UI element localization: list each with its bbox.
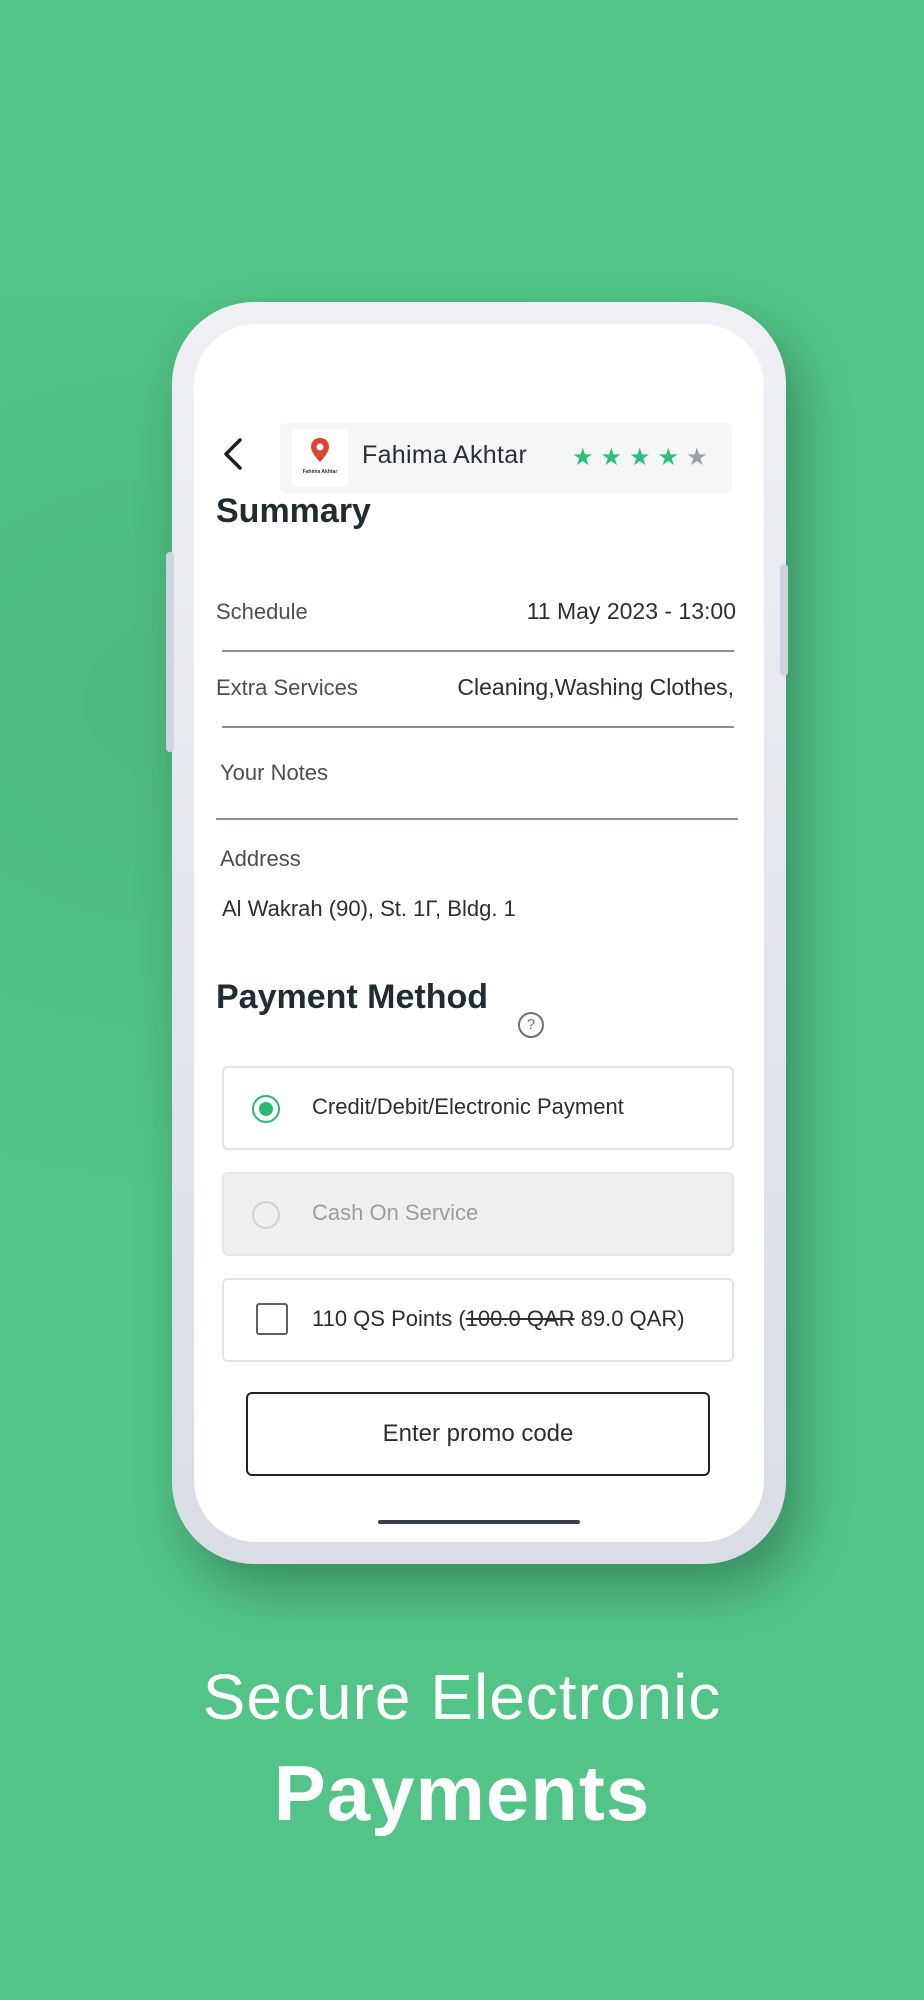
star-filled-icon: ★ [572, 444, 594, 471]
caption-line-2: Payments [273, 1749, 651, 1837]
star-empty-icon: ★ [686, 444, 708, 471]
address-value: Al Wakrah (90), St. 1Γ, Bldg. 1 [222, 896, 516, 921]
notes-field-underline[interactable] [216, 818, 738, 820]
summary-title: Summary [216, 492, 371, 530]
phone-screen: Fahima Akhtar Fahima Akhtar ★ ★ ★ ★ ★ Summar… [194, 324, 764, 1542]
provider-logo: Fahima Akhtar [292, 429, 348, 487]
home-indicator [378, 1520, 580, 1524]
radio-selected[interactable] [252, 1095, 280, 1123]
divider [222, 726, 734, 728]
schedule-value: 11 May 2023 - 13:00 [526, 598, 736, 624]
payment-option-card-label: Credit/Debit/Electronic Payment [312, 1094, 624, 1119]
qs-points-new-price: 89.0 QAR) [574, 1306, 685, 1331]
promo-code-button[interactable]: Enter promo code [246, 1392, 710, 1476]
address-label: Address [220, 846, 301, 871]
payment-option-card[interactable]: Credit/Debit/Electronic Payment [222, 1066, 734, 1150]
divider [222, 650, 734, 652]
phone-power-button [780, 564, 788, 676]
caption-line-1: Secure Electronic [202, 1661, 722, 1733]
qs-points-label: 110 QS Points (100.0 QAR 89.0 QAR) [312, 1306, 685, 1332]
rating-stars: ★ ★ ★ ★ ★ [572, 443, 715, 472]
back-button[interactable] [218, 437, 252, 471]
extra-services-value: Cleaning,Washing Clothes, [457, 674, 734, 700]
phone-volume-button [166, 552, 174, 752]
payment-method-title: Payment Method [216, 978, 489, 1016]
star-filled-icon: ★ [600, 444, 623, 471]
qs-points-prefix: 110 QS Points ( [312, 1306, 466, 1331]
location-pin-icon [311, 438, 329, 462]
notes-label: Your Notes [220, 760, 329, 785]
schedule-label: Schedule [216, 599, 308, 624]
question-circle-icon[interactable]: ? [518, 1012, 544, 1038]
extra-services-label: Extra Services [216, 675, 358, 700]
chevron-left-icon [224, 438, 242, 470]
qs-points-checkbox[interactable] [256, 1303, 288, 1335]
qs-points-old-price: 100.0 QAR [465, 1306, 575, 1331]
phone-frame: Fahima Akhtar Fahima Akhtar ★ ★ ★ ★ ★ Summar… [166, 302, 788, 1564]
payment-option-cash-label: Cash On Service [312, 1200, 479, 1225]
provider-card[interactable]: Fahima Akhtar Fahima Akhtar ★ ★ ★ ★ ★ [280, 423, 732, 493]
qs-points-option[interactable]: 110 QS Points (100.0 QAR 89.0 QAR) [222, 1278, 734, 1362]
radio-disabled [252, 1201, 280, 1229]
provider-logo-text: Fahima Akhtar [302, 469, 338, 475]
payment-option-cash: Cash On Service [222, 1172, 734, 1256]
star-filled-icon: ★ [629, 444, 651, 471]
star-filled-icon: ★ [657, 444, 680, 471]
provider-name: Fahima Akhtar [362, 441, 528, 469]
